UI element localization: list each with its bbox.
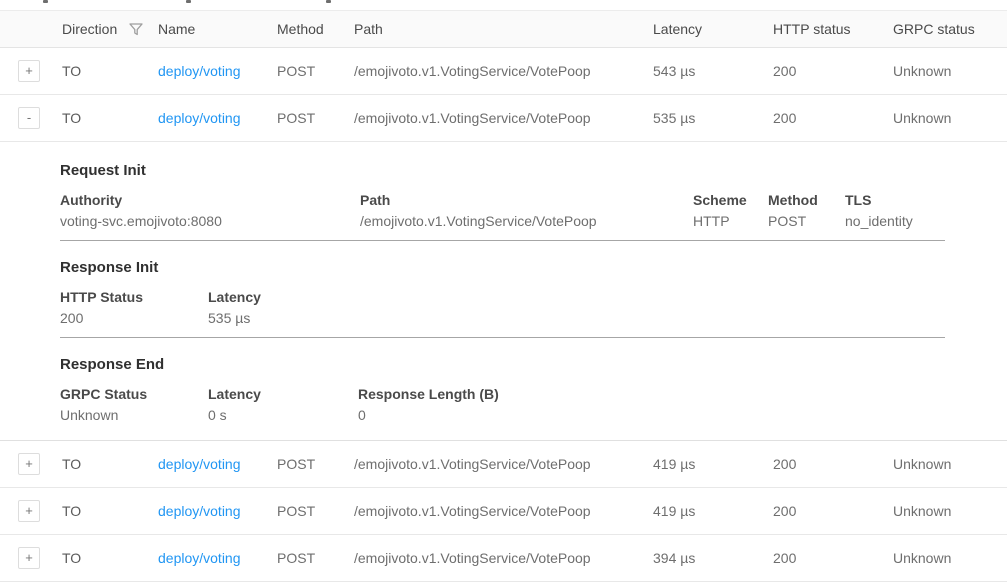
- latency-label: Latency: [208, 289, 945, 305]
- request-init-section: Request Init Authority voting-svc.emojiv…: [60, 142, 945, 241]
- resource-link[interactable]: deploy/voting: [158, 110, 241, 126]
- grpc-status-value: Unknown: [60, 407, 208, 423]
- column-header-grpc-status: GRPC status: [893, 21, 1007, 37]
- resource-link[interactable]: deploy/voting: [158, 456, 241, 472]
- table-row: - TO deploy/voting POST /emojivoto.v1.Vo…: [0, 95, 1007, 142]
- filter-icon[interactable]: [129, 23, 143, 36]
- latency-label: Latency: [208, 386, 358, 402]
- cell-direction: TO: [62, 550, 158, 566]
- cell-grpc-status: Unknown: [893, 110, 1007, 126]
- resource-link[interactable]: deploy/voting: [158, 63, 241, 79]
- cell-method: POST: [277, 550, 354, 566]
- cell-grpc-status: Unknown: [893, 63, 1007, 79]
- expand-row-button[interactable]: +: [18, 453, 40, 475]
- column-header-direction-label: Direction: [62, 21, 117, 37]
- cell-grpc-status: Unknown: [893, 503, 1007, 519]
- cell-direction: TO: [62, 503, 158, 519]
- clipped-text-fragment: [186, 0, 191, 3]
- authority-label: Authority: [60, 192, 360, 208]
- cell-http-status: 200: [773, 456, 893, 472]
- collapse-row-button[interactable]: -: [18, 107, 40, 129]
- http-status-label: HTTP Status: [60, 289, 208, 305]
- request-detail-panel: Request Init Authority voting-svc.emojiv…: [0, 142, 1007, 441]
- cell-http-status: 200: [773, 63, 893, 79]
- table-row: + TO deploy/voting POST /emojivoto.v1.Vo…: [0, 488, 1007, 535]
- tls-label: TLS: [845, 192, 945, 208]
- response-end-section: Response End GRPC Status Unknown Latency…: [60, 338, 945, 440]
- response-length-label: Response Length (B): [358, 386, 945, 402]
- cell-http-status: 200: [773, 550, 893, 566]
- method-label: Method: [768, 192, 845, 208]
- cell-direction: TO: [62, 456, 158, 472]
- cell-path: /emojivoto.v1.VotingService/VotePoop: [354, 63, 653, 79]
- authority-value: voting-svc.emojivoto:8080: [60, 213, 360, 229]
- latency-value: 535 µs: [208, 310, 945, 326]
- cell-path: /emojivoto.v1.VotingService/VotePoop: [354, 503, 653, 519]
- cell-latency: 535 µs: [653, 110, 773, 126]
- response-init-section: Response Init HTTP Status 200 Latency 53…: [60, 241, 945, 338]
- table-row: + TO deploy/voting POST /emojivoto.v1.Vo…: [0, 48, 1007, 95]
- column-header-path: Path: [354, 21, 653, 37]
- http-status-value: 200: [60, 310, 208, 326]
- table-row: + TO deploy/voting POST /emojivoto.v1.Vo…: [0, 535, 1007, 582]
- column-header-name: Name: [158, 21, 277, 37]
- cell-method: POST: [277, 110, 354, 126]
- expand-row-button[interactable]: +: [18, 60, 40, 82]
- cell-http-status: 200: [773, 503, 893, 519]
- clipped-text-fragment: [43, 0, 48, 3]
- cell-http-status: 200: [773, 110, 893, 126]
- section-title: Request Init: [60, 162, 945, 179]
- clipped-text-fragment: [326, 0, 331, 3]
- path-label: Path: [360, 192, 693, 208]
- table-row: + TO deploy/voting POST /emojivoto.v1.Vo…: [0, 441, 1007, 488]
- table-header-row: Direction Name Method Path Latency HTTP …: [0, 10, 1007, 48]
- cell-path: /emojivoto.v1.VotingService/VotePoop: [354, 550, 653, 566]
- cell-direction: TO: [62, 63, 158, 79]
- column-header-direction: Direction: [62, 21, 158, 37]
- cell-latency: 543 µs: [653, 63, 773, 79]
- resource-link[interactable]: deploy/voting: [158, 550, 241, 566]
- scheme-value: HTTP: [693, 213, 768, 229]
- scheme-label: Scheme: [693, 192, 768, 208]
- tap-table-view: Direction Name Method Path Latency HTTP …: [0, 0, 1007, 586]
- cell-latency: 419 µs: [653, 503, 773, 519]
- tls-value: no_identity: [845, 213, 945, 229]
- path-value: /emojivoto.v1.VotingService/VotePoop: [360, 213, 693, 229]
- cell-latency: 394 µs: [653, 550, 773, 566]
- cell-path: /emojivoto.v1.VotingService/VotePoop: [354, 110, 653, 126]
- cell-grpc-status: Unknown: [893, 456, 1007, 472]
- latency-value: 0 s: [208, 407, 358, 423]
- clipped-text-row: [0, 0, 1007, 10]
- response-length-value: 0: [358, 407, 945, 423]
- method-value: POST: [768, 213, 845, 229]
- section-title: Response Init: [60, 259, 945, 276]
- cell-latency: 419 µs: [653, 456, 773, 472]
- cell-path: /emojivoto.v1.VotingService/VotePoop: [354, 456, 653, 472]
- cell-method: POST: [277, 456, 354, 472]
- cell-grpc-status: Unknown: [893, 550, 1007, 566]
- expand-row-button[interactable]: +: [18, 500, 40, 522]
- cell-method: POST: [277, 63, 354, 79]
- resource-link[interactable]: deploy/voting: [158, 503, 241, 519]
- grpc-status-label: GRPC Status: [60, 386, 208, 402]
- expand-row-button[interactable]: +: [18, 547, 40, 569]
- cell-method: POST: [277, 503, 354, 519]
- column-header-latency: Latency: [653, 21, 773, 37]
- cell-direction: TO: [62, 110, 158, 126]
- column-header-method: Method: [277, 21, 354, 37]
- section-title: Response End: [60, 356, 945, 373]
- column-header-http-status: HTTP status: [773, 21, 893, 37]
